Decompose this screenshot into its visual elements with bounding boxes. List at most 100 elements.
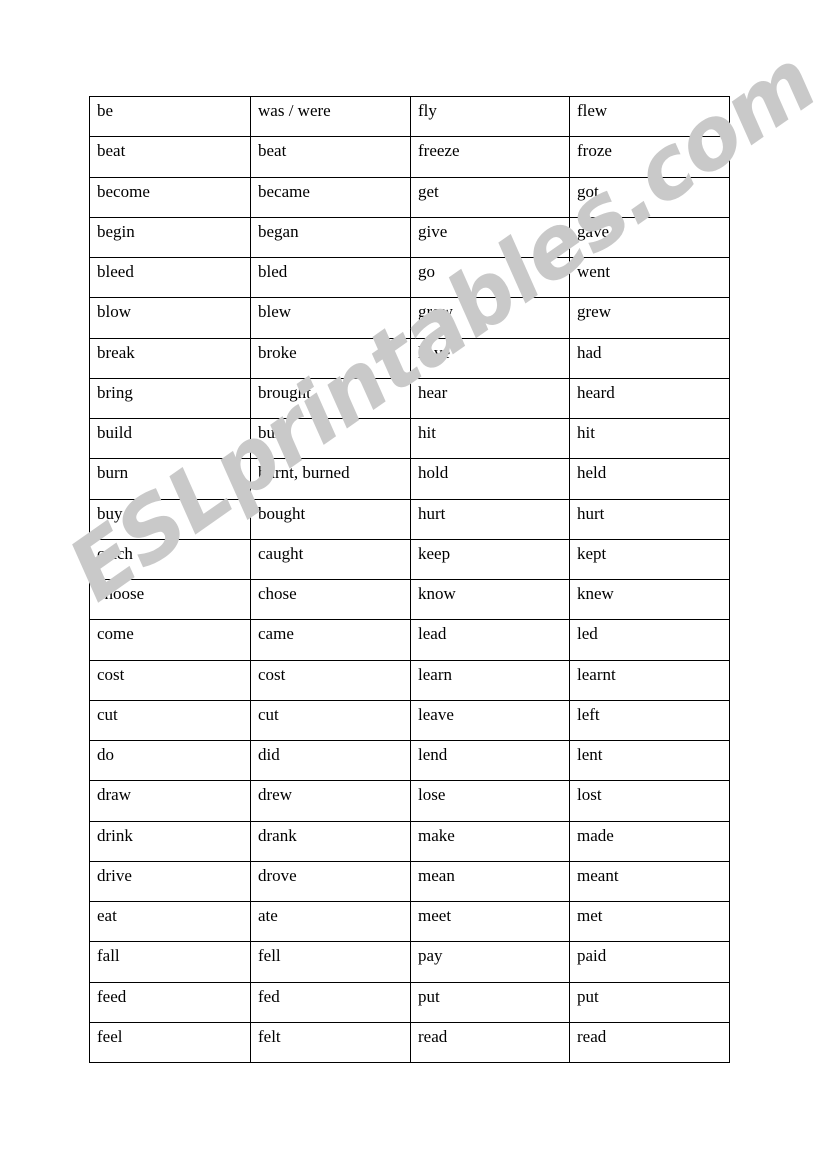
table-row: feed fed put put bbox=[89, 981, 730, 1023]
table-row: feel felt read read bbox=[89, 1021, 730, 1064]
table-row: cost cost learn learnt bbox=[89, 659, 730, 701]
verb-cell-text: hold bbox=[418, 463, 449, 483]
verb-cell-text: lead bbox=[418, 624, 447, 644]
irregular-verbs-table: be was / were fly flew beat beat freeze froze be… bbox=[89, 95, 730, 1064]
verb-cell-text: cost bbox=[97, 664, 125, 684]
verb-cell: heard bbox=[569, 377, 730, 420]
table-row: do did lend lent bbox=[89, 739, 730, 782]
verb-cell-text: put bbox=[577, 986, 599, 1006]
verb-cell: drank bbox=[250, 820, 411, 862]
table-row: break broke have had bbox=[89, 337, 730, 379]
verb-cell-text: become bbox=[97, 181, 150, 201]
table-row: build built hit hit bbox=[89, 417, 730, 460]
verb-cell: hit bbox=[569, 417, 730, 460]
verb-cell: meant bbox=[569, 860, 730, 903]
verb-cell-text: hit bbox=[418, 423, 436, 442]
verb-cell: feed bbox=[89, 981, 251, 1023]
verb-cell: knew bbox=[569, 578, 730, 621]
verb-cell-text: lent bbox=[577, 745, 603, 764]
verb-cell-text: began bbox=[258, 221, 299, 241]
verb-cell-text: read bbox=[418, 1026, 448, 1046]
verb-cell-text: became bbox=[258, 181, 310, 201]
verb-cell-text: make bbox=[418, 825, 455, 845]
verb-cell-text: knew bbox=[577, 584, 614, 603]
verb-cell-text: pay bbox=[418, 946, 443, 966]
verb-cell: break bbox=[89, 337, 251, 379]
verb-cell: cut bbox=[250, 699, 411, 742]
verb-cell-text: learnt bbox=[577, 664, 616, 684]
table-row: drink drank make made bbox=[89, 820, 730, 862]
verb-cell: draw bbox=[89, 780, 251, 822]
verb-cell-text: begin bbox=[97, 221, 135, 241]
verb-cell: felt bbox=[250, 1021, 411, 1064]
verb-cell-text: was / were bbox=[258, 101, 331, 120]
verb-cell-text: put bbox=[418, 986, 440, 1006]
verb-cell-text: hit bbox=[577, 423, 595, 442]
table-row: burn burnt, burned hold held bbox=[89, 458, 730, 500]
verb-cell-text: beat bbox=[258, 141, 287, 161]
verb-cell: hurt bbox=[569, 498, 730, 540]
verb-cell-text: drank bbox=[258, 825, 297, 845]
verb-cell-text: held bbox=[577, 463, 607, 483]
verb-cell: put bbox=[410, 981, 570, 1023]
irregular-verbs-table-container: be was / were fly flew beat beat freeze froze be… bbox=[89, 95, 730, 1064]
table-row: bleed bled go went bbox=[89, 256, 730, 299]
verb-cell: cost bbox=[89, 659, 251, 701]
verb-cell-text: fall bbox=[97, 946, 120, 966]
verb-cell: fed bbox=[250, 981, 411, 1023]
verb-cell-text: come bbox=[97, 624, 134, 644]
irregular-verbs-table-body: be was / were fly flew beat beat freeze froze be… bbox=[89, 95, 730, 1064]
verb-cell: was / were bbox=[250, 95, 411, 138]
verb-cell-text: paid bbox=[577, 946, 607, 966]
verb-cell: grew bbox=[569, 297, 730, 339]
verb-cell-text: went bbox=[577, 262, 611, 281]
verb-cell-text: flew bbox=[577, 101, 608, 120]
verb-cell: hear bbox=[410, 377, 570, 420]
verb-cell: blow bbox=[89, 297, 251, 339]
verb-cell: learn bbox=[410, 659, 570, 701]
verb-cell-text: choose bbox=[97, 584, 145, 603]
verb-cell: learnt bbox=[569, 659, 730, 701]
verb-cell: had bbox=[569, 337, 730, 379]
verb-cell-text: lose bbox=[418, 785, 446, 805]
verb-cell: paid bbox=[569, 941, 730, 983]
verb-cell: fall bbox=[89, 941, 251, 983]
verb-cell: blew bbox=[250, 297, 411, 339]
worksheet-page: be was / were fly flew beat beat freeze froze be… bbox=[0, 0, 826, 1169]
table-row: become became get got bbox=[89, 176, 730, 218]
verb-cell-text: heard bbox=[577, 382, 615, 402]
table-row: drive drove mean meant bbox=[89, 860, 730, 903]
verb-cell: lent bbox=[569, 739, 730, 782]
verb-cell: fell bbox=[250, 941, 411, 983]
verb-cell: have bbox=[410, 337, 570, 379]
verb-cell-text: burnt, burned bbox=[258, 463, 350, 483]
verb-cell-text: came bbox=[258, 624, 294, 644]
verb-cell-text: mean bbox=[418, 865, 455, 885]
verb-cell-text: fed bbox=[258, 986, 280, 1006]
verb-cell-text: burn bbox=[97, 463, 129, 483]
verb-cell: be bbox=[89, 95, 251, 138]
verb-cell-text: got bbox=[577, 181, 599, 201]
verb-cell: began bbox=[250, 216, 411, 259]
verb-cell-text: read bbox=[577, 1026, 607, 1046]
verb-cell: cost bbox=[250, 659, 411, 701]
verb-cell-text: cut bbox=[258, 704, 279, 724]
verb-cell-text: did bbox=[258, 745, 280, 764]
verb-cell: kept bbox=[569, 538, 730, 581]
verb-cell: bleed bbox=[89, 256, 251, 299]
verb-cell: caught bbox=[250, 538, 411, 581]
verb-cell: came bbox=[250, 619, 411, 661]
verb-cell: know bbox=[410, 578, 570, 621]
verb-cell-text: feel bbox=[97, 1026, 123, 1046]
verb-cell: hit bbox=[410, 417, 570, 460]
verb-cell-text: hurt bbox=[577, 503, 605, 523]
verb-cell-text: blew bbox=[258, 302, 292, 322]
verb-cell: beat bbox=[89, 136, 251, 178]
verb-cell-text: bleed bbox=[97, 262, 134, 281]
verb-cell: broke bbox=[250, 337, 411, 379]
verb-cell-text: felt bbox=[258, 1026, 281, 1046]
verb-cell: read bbox=[569, 1021, 730, 1064]
verb-cell: choose bbox=[89, 578, 251, 621]
verb-cell: beat bbox=[250, 136, 411, 178]
verb-cell-text: draw bbox=[97, 785, 131, 805]
